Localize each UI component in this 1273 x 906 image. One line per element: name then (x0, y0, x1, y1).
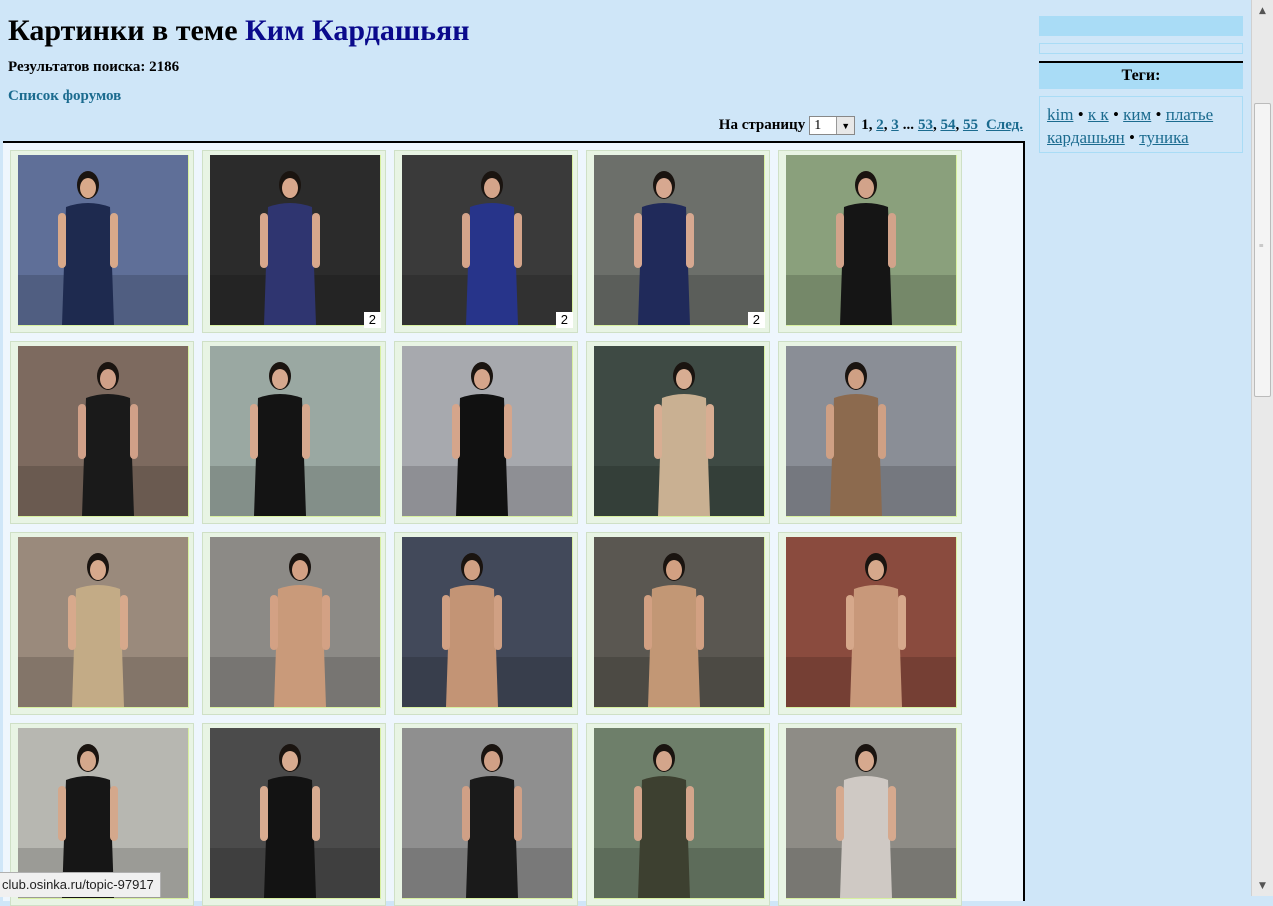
thumbnail-image[interactable] (402, 155, 573, 326)
scroll-up-icon[interactable]: ▲ (1254, 2, 1271, 19)
scrollbar-thumb[interactable]: ≡ (1254, 103, 1271, 397)
page-title: Картинки в теме Ким Кардашьян (8, 14, 470, 48)
thumbnail-image[interactable] (210, 155, 381, 326)
chevron-down-icon[interactable]: ▼ (836, 117, 855, 134)
thumbnail-image[interactable] (402, 346, 573, 517)
thumbnail-image[interactable] (210, 728, 381, 899)
tag-link[interactable]: kim (1047, 105, 1073, 124)
thumbnail-cell[interactable] (10, 341, 194, 524)
thumbnail-image[interactable] (402, 537, 573, 708)
thumbnail-cell[interactable]: 2 (394, 150, 578, 333)
thumbnail-cell[interactable] (778, 150, 962, 333)
thumbnail-cell[interactable] (10, 532, 194, 715)
thumbnail-image[interactable] (594, 537, 765, 708)
pagination: На страницу 1 ▼ 1, 2, 3 ... 53, 54, 55 С… (718, 116, 1023, 135)
thumbnail-image[interactable] (210, 537, 381, 708)
next-page-link[interactable]: След. (986, 117, 1023, 134)
tag-link[interactable]: кардашьян (1047, 128, 1125, 147)
thumbnail-image[interactable] (402, 728, 573, 899)
thumbnail-image[interactable] (786, 346, 957, 517)
image-gallery: 2 2 2 (3, 141, 1025, 906)
thumbnail-image[interactable] (594, 728, 765, 899)
tag-link[interactable]: платье (1166, 105, 1213, 124)
thumbnail-cell[interactable] (778, 723, 962, 906)
thumbnail-image[interactable] (594, 155, 765, 326)
thumbnail-cell[interactable] (778, 532, 962, 715)
sidebar-header-bar (1039, 16, 1243, 36)
sidebar: Теги: kim • к к • ким • платье кардашьян… (1039, 0, 1243, 896)
page-link-53[interactable]: 53 (918, 117, 933, 134)
vertical-scrollbar[interactable]: ▲ ≡ ▼ (1251, 0, 1273, 896)
thumbnail-image[interactable] (210, 346, 381, 517)
page-select-value: 1 (814, 118, 822, 133)
main-content: Картинки в теме Ким Кардашьян Результато… (0, 0, 1030, 906)
thumbnail-grid: 2 2 2 (10, 150, 962, 906)
thumbnail-cell[interactable] (202, 532, 386, 715)
grip-icon: ≡ (1259, 241, 1264, 250)
thumbnail-cell[interactable] (586, 723, 770, 906)
title-prefix: Картинки в теме (8, 14, 238, 47)
tag-separator: • (1155, 105, 1162, 124)
page-link-55[interactable]: 55 (963, 117, 978, 134)
tag-link[interactable]: к к (1088, 105, 1109, 124)
thumbnail-image[interactable] (18, 155, 189, 326)
tags-list: kim • к к • ким • платье кардашьян • тун… (1039, 96, 1243, 153)
tag-separator: • (1112, 105, 1119, 124)
thumbnail-image[interactable] (786, 537, 957, 708)
forums-list-link[interactable]: Список форумов (8, 88, 121, 105)
thumbnail-image[interactable] (18, 346, 189, 517)
thumbnail-cell[interactable] (394, 341, 578, 524)
sidebar-empty-box (1039, 43, 1243, 54)
thumbnail-cell[interactable] (778, 341, 962, 524)
tag-separator: • (1129, 128, 1135, 147)
current-page: 1 (861, 117, 869, 133)
tags-heading: Теги: (1039, 61, 1243, 89)
page-link-2[interactable]: 2 (876, 117, 884, 134)
tag-link[interactable]: туника (1139, 128, 1188, 147)
tag-link[interactable]: ким (1123, 105, 1151, 124)
thumbnail-cell[interactable]: 2 (202, 150, 386, 333)
image-count-badge: 2 (363, 312, 381, 328)
thumbnail-cell[interactable] (202, 723, 386, 906)
topic-name[interactable]: Ким Кардашьян (245, 14, 470, 47)
pager-ellipsis: ... (902, 117, 914, 133)
page-link-54[interactable]: 54 (940, 117, 955, 134)
pager-label: На страницу (718, 117, 806, 133)
thumbnail-cell[interactable] (586, 341, 770, 524)
thumbnail-image[interactable] (786, 728, 957, 899)
thumbnail-cell[interactable]: 2 (586, 150, 770, 333)
image-count-badge: 2 (555, 312, 573, 328)
search-results-count: Результатов поиска: 2186 (8, 59, 180, 75)
status-bar: club.osinka.ru/topic-97917 (0, 872, 161, 897)
thumbnail-image[interactable] (18, 537, 189, 708)
thumbnail-image[interactable] (594, 346, 765, 517)
thumbnail-cell[interactable] (10, 150, 194, 333)
page-link-3[interactable]: 3 (891, 117, 899, 134)
thumbnail-cell[interactable] (394, 723, 578, 906)
scroll-down-icon[interactable]: ▼ (1254, 877, 1271, 894)
thumbnail-cell[interactable] (586, 532, 770, 715)
page-select[interactable]: 1 ▼ (809, 116, 856, 135)
thumbnail-image[interactable] (786, 155, 957, 326)
thumbnail-cell[interactable] (202, 341, 386, 524)
tag-separator: • (1077, 105, 1084, 124)
image-count-badge: 2 (747, 312, 765, 328)
thumbnail-cell[interactable] (394, 532, 578, 715)
